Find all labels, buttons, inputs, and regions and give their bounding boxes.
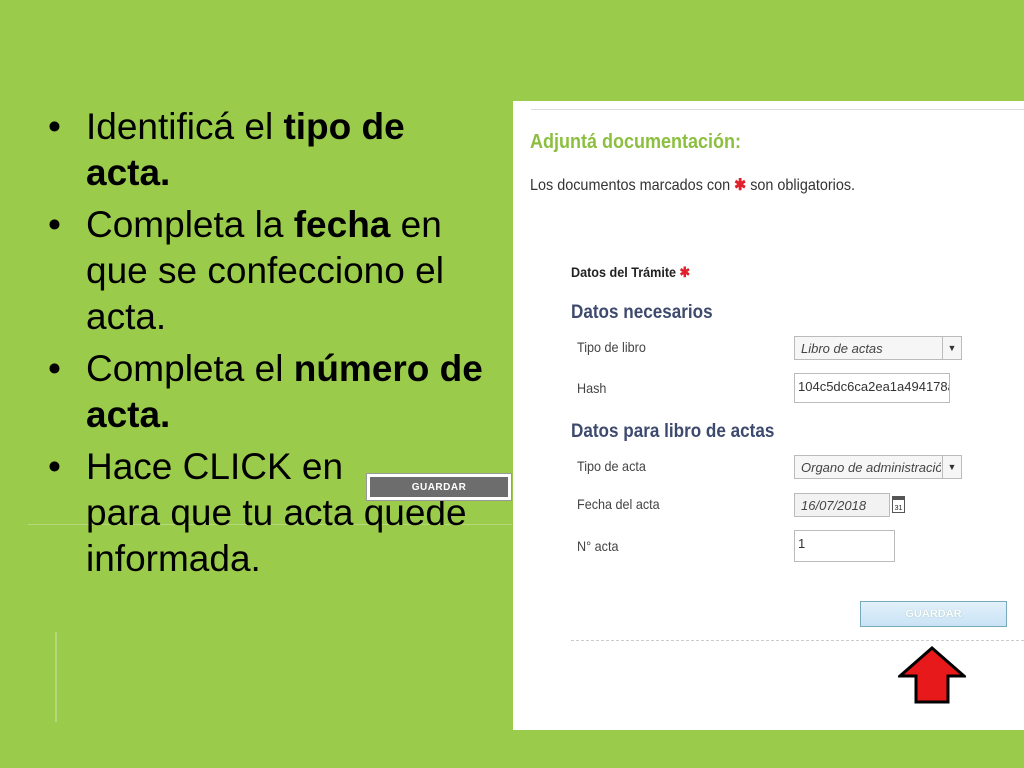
- tipo-acta-label: Tipo de acta: [577, 458, 646, 474]
- bullet-text: Hace CLICK en: [86, 446, 344, 487]
- numero-acta-label: N° acta: [577, 538, 619, 554]
- required-star-icon: ✱: [734, 177, 747, 194]
- inline-guardar-button-image: GUARDAR: [366, 473, 512, 501]
- form-divider: [571, 640, 1024, 641]
- form-title: Adjuntá documentación:: [530, 131, 742, 153]
- bullet-text: Completa el: [86, 348, 294, 389]
- slide-vertical-line: [55, 632, 57, 722]
- subtitle-text: Los documentos marcados con: [530, 177, 731, 194]
- numero-acta-input[interactable]: 1: [794, 530, 895, 562]
- fecha-acta-input[interactable]: 16/07/2018: [794, 493, 890, 517]
- tipo-libro-value: Libro de actas: [801, 341, 883, 356]
- bullet-text: para que tu acta quede informada.: [86, 492, 467, 579]
- guardar-button[interactable]: GUARDAR: [860, 601, 1007, 627]
- bullet-item: • Completa la fecha en que se confecciono…: [48, 204, 444, 337]
- hash-input[interactable]: 104c5dc6ca2ea1a494178a9: [794, 373, 950, 403]
- panel-top-line: [531, 109, 1024, 110]
- inline-guardar-label: GUARDAR: [370, 477, 508, 497]
- bullet-item: • Completa el número de acta.: [48, 348, 483, 435]
- tipo-acta-value: Organo de administración: [801, 460, 941, 475]
- section-label: Datos del Trámite ✱: [571, 264, 690, 281]
- subtitle-text: son obligatorios.: [750, 177, 856, 194]
- tipo-libro-label: Tipo de libro: [577, 339, 646, 355]
- bullet-continuation: para que tu acta quede informada.: [40, 490, 490, 582]
- form-subtitle: Los documentos marcados con ✱ son obliga…: [530, 175, 855, 195]
- calendar-icon[interactable]: 31: [892, 496, 905, 513]
- group-title-datos-necesarios: Datos necesarios: [571, 302, 713, 323]
- tipo-libro-select[interactable]: Libro de actas ▼: [794, 336, 962, 360]
- chevron-down-icon[interactable]: ▼: [942, 456, 961, 478]
- bullet-item: • Identificá el tipo de acta.: [48, 106, 405, 193]
- tipo-acta-select[interactable]: Organo de administración ▼: [794, 455, 962, 479]
- required-star-icon: ✱: [679, 264, 691, 280]
- bullet-text: Completa la: [86, 204, 294, 245]
- section-label-text: Datos del Trámite: [571, 264, 677, 280]
- hash-label: Hash: [577, 380, 607, 396]
- chevron-down-icon[interactable]: ▼: [942, 337, 961, 359]
- instruction-list: • Identificá el tipo de acta. • Completa l…: [40, 104, 490, 588]
- bullet-bold-text: fecha: [293, 204, 391, 245]
- bullet-text: Identificá el: [86, 106, 284, 147]
- red-up-arrow-icon: [898, 646, 966, 704]
- group-title-libro-actas: Datos para libro de actas: [571, 421, 775, 442]
- fecha-acta-label: Fecha del acta: [577, 496, 660, 512]
- form-screenshot-panel: Adjuntá documentación: Los documentos ma…: [513, 101, 1024, 730]
